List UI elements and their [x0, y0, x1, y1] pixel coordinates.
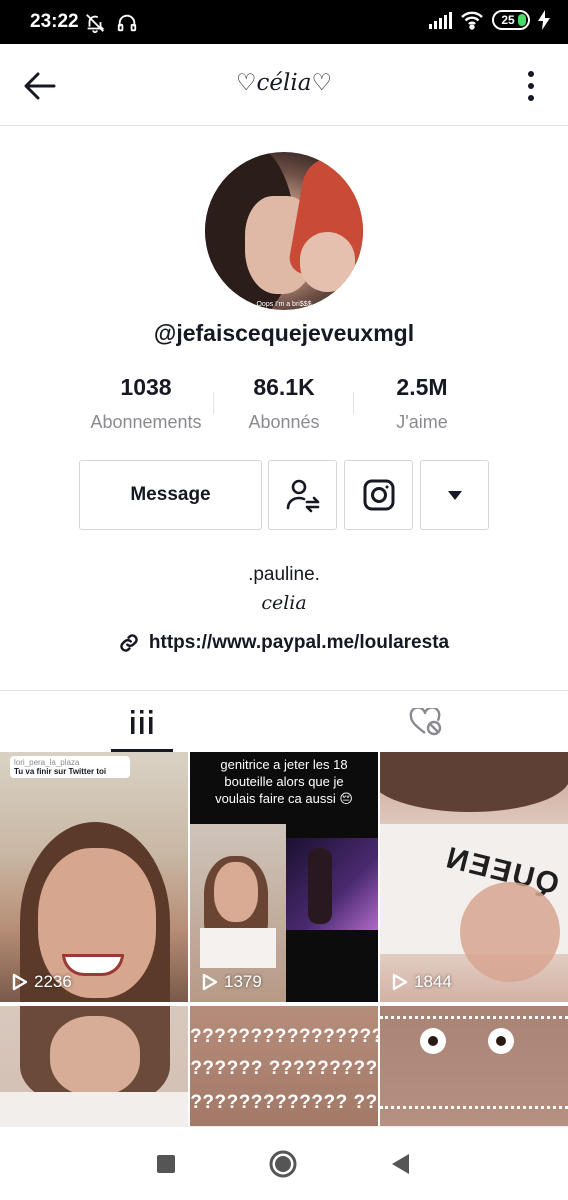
- more-options-button[interactable]: [516, 66, 546, 106]
- stat-likes[interactable]: 2.5M J'aime: [352, 374, 492, 433]
- home-button[interactable]: [268, 1149, 298, 1179]
- signal-icon: [429, 12, 452, 29]
- view-count-value: 2236: [34, 972, 72, 991]
- wifi-icon: [461, 11, 483, 30]
- grid-icon: [131, 710, 153, 734]
- video-caption: genitrice a jeter les 18 bouteille alors…: [215, 757, 353, 806]
- more-dot: [528, 95, 534, 101]
- caret-down-icon: [447, 490, 462, 500]
- video-tile[interactable]: lori_pera_la_plaza Tu va finir sur Twitt…: [0, 752, 188, 1002]
- stat-following-label: Abonnements: [90, 412, 202, 432]
- avatar-caption: Oops I'm a bri$$$: [256, 301, 312, 308]
- bio: .pauline. celia: [0, 564, 568, 614]
- overlay-text-line: ????????????????: [190, 1026, 378, 1047]
- message-button[interactable]: Message: [79, 460, 262, 530]
- status-left-icons: [84, 12, 138, 34]
- instagram-button[interactable]: [344, 460, 413, 530]
- username: @jefaiscequejeveuxmgl: [153, 320, 415, 346]
- square-icon: [157, 1155, 175, 1173]
- view-count-value: 1844: [414, 972, 452, 991]
- more-dot: [528, 83, 534, 89]
- link-icon: [120, 634, 138, 652]
- reply-user: lori_pera_la_plaza: [14, 758, 80, 767]
- overlay-text-line: ????????????? ??: [190, 1092, 378, 1113]
- heart-hidden-icon: [409, 708, 442, 736]
- stat-following-value: 1038: [120, 374, 172, 400]
- charging-icon: [538, 10, 550, 30]
- user-swap-icon: [286, 479, 319, 513]
- status-bar: 23:22 25: [0, 0, 568, 44]
- view-count: 2236: [12, 972, 72, 992]
- video-tile[interactable]: ???????????????? ?????? ????????? ??????…: [190, 1006, 378, 1126]
- more-dot: [528, 71, 534, 77]
- video-tile[interactable]: genitrice a jeter les 18 bouteille alors…: [190, 752, 378, 1002]
- page-title: ♡célia♡: [235, 70, 333, 96]
- video-tile[interactable]: [380, 1006, 568, 1126]
- bio-line-1: .pauline.: [248, 564, 320, 585]
- content-tabs: [0, 690, 568, 752]
- play-icon: [392, 973, 408, 991]
- bio-link-url: https://www.paypal.me/loularesta: [148, 632, 450, 653]
- instagram-icon: [363, 479, 394, 511]
- profile-header: ♡célia♡: [0, 44, 568, 126]
- stat-followers-value: 86.1K: [253, 374, 315, 400]
- status-time: 23:22: [30, 11, 79, 32]
- view-count: 1844: [392, 972, 452, 992]
- avatar[interactable]: Oops I'm a bri$$$: [205, 152, 363, 310]
- bell-off-icon: [86, 14, 105, 34]
- triangle-left-icon: [392, 1154, 409, 1174]
- headphones-icon: [117, 14, 137, 32]
- follow-toggle-button[interactable]: [268, 460, 337, 530]
- stat-followers-label: Abonnés: [248, 412, 320, 432]
- status-right-icons: 25: [428, 10, 550, 30]
- view-count-value: 1379: [224, 972, 262, 991]
- stat-likes-value: 2.5M: [396, 374, 448, 400]
- play-icon: [12, 973, 28, 991]
- video-tile[interactable]: QUEEN 1844: [380, 752, 568, 1002]
- circle-icon: [269, 1150, 297, 1178]
- play-icon: [202, 973, 218, 991]
- battery-level: 25: [501, 13, 515, 27]
- tab-videos[interactable]: [0, 691, 284, 753]
- system-back-button[interactable]: [385, 1149, 415, 1179]
- stat-followers[interactable]: 86.1K Abonnés: [214, 374, 354, 433]
- stat-following[interactable]: 1038 Abonnements: [76, 374, 216, 433]
- bio-line-2: celia: [261, 592, 307, 614]
- view-count: 1379: [202, 972, 262, 992]
- recents-button[interactable]: [151, 1149, 181, 1179]
- video-grid: lori_pera_la_plaza Tu va finir sur Twitt…: [0, 752, 568, 1126]
- tab-liked-videos[interactable]: [284, 691, 568, 753]
- bio-link[interactable]: https://www.paypal.me/loularesta: [0, 632, 568, 654]
- battery-indicator: 25: [492, 10, 530, 30]
- system-nav-bar: [0, 1126, 568, 1200]
- overlay-text-line: ?????? ?????????: [190, 1058, 378, 1079]
- more-actions-dropdown[interactable]: [420, 460, 489, 530]
- video-tile[interactable]: [0, 1006, 188, 1126]
- reply-text: Tu va finir sur Twitter toi: [14, 767, 107, 776]
- stat-likes-label: J'aime: [396, 412, 448, 432]
